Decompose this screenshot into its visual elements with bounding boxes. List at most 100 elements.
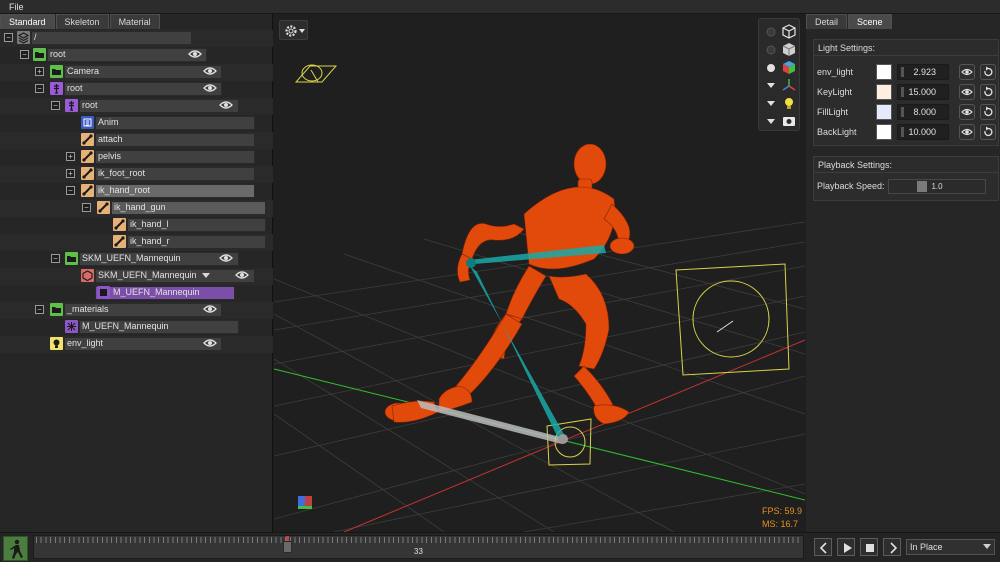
tab-material[interactable]: Material bbox=[109, 14, 160, 29]
tree-item[interactable]: − root bbox=[0, 81, 273, 97]
tree-item[interactable]: − _materials bbox=[0, 302, 273, 318]
eye-icon bbox=[961, 128, 973, 136]
menu-file[interactable]: File bbox=[9, 2, 24, 12]
tree-item[interactable]: + pelvis bbox=[0, 149, 273, 165]
light-intensity-field[interactable]: 2.923 bbox=[897, 64, 949, 80]
expand-toggle-icon[interactable]: − bbox=[66, 186, 75, 195]
tree-item[interactable]: M_UEFN_Mannequin bbox=[0, 319, 273, 335]
tree-item-bar[interactable] bbox=[64, 82, 222, 96]
light-intensity-value: 8.000 bbox=[913, 107, 936, 117]
tree-item-bar[interactable] bbox=[31, 31, 192, 45]
tree-item[interactable]: ik_hand_r bbox=[0, 234, 273, 250]
light-intensity-field[interactable]: 8.000 bbox=[897, 104, 949, 120]
visibility-eye-icon[interactable] bbox=[203, 83, 217, 93]
light-intensity-value: 10.000 bbox=[908, 127, 936, 137]
reset-icon bbox=[984, 86, 993, 97]
visibility-eye-icon[interactable] bbox=[203, 304, 217, 314]
chevron-down-icon[interactable] bbox=[202, 273, 210, 279]
view-mode-shaded[interactable] bbox=[759, 41, 801, 59]
frame-time-readout: MS: 16.7 bbox=[762, 519, 799, 529]
expand-toggle-icon[interactable]: − bbox=[35, 305, 44, 314]
tree-item[interactable]: − ik_hand_root bbox=[0, 183, 273, 199]
light-color-swatch[interactable] bbox=[876, 104, 892, 120]
expand-toggle-icon[interactable]: − bbox=[4, 33, 13, 42]
stop-button[interactable] bbox=[860, 538, 878, 556]
toggle-cameras[interactable] bbox=[759, 113, 801, 131]
tree-item[interactable]: ik_hand_l bbox=[0, 217, 273, 233]
light-visibility-button[interactable] bbox=[959, 104, 975, 120]
light-reset-button[interactable] bbox=[980, 104, 996, 120]
playback-speed-slider[interactable]: 1.0 bbox=[888, 179, 986, 194]
tree-item[interactable]: − ik_hand_gun bbox=[0, 200, 273, 216]
toggle-axes[interactable] bbox=[759, 77, 801, 95]
light-name: FillLight bbox=[817, 107, 849, 117]
toggle-lights[interactable] bbox=[759, 95, 801, 113]
expand-toggle-icon[interactable]: − bbox=[51, 254, 60, 263]
lightbulb-icon bbox=[767, 98, 793, 109]
view-mode-material[interactable] bbox=[759, 59, 801, 77]
next-frame-button[interactable] bbox=[883, 538, 901, 556]
tree-item-bar[interactable] bbox=[79, 99, 239, 113]
visibility-eye-icon[interactable] bbox=[219, 253, 233, 263]
light-reset-button[interactable] bbox=[980, 64, 996, 80]
tree-item[interactable]: + Camera bbox=[0, 64, 273, 80]
stop-icon bbox=[866, 544, 874, 552]
light-reset-button[interactable] bbox=[980, 124, 996, 140]
light-color-swatch[interactable] bbox=[876, 64, 892, 80]
light-visibility-button[interactable] bbox=[959, 64, 975, 80]
visibility-eye-icon[interactable] bbox=[235, 270, 249, 280]
tab-skeleton[interactable]: Skeleton bbox=[55, 14, 109, 29]
timeline-scrubber[interactable]: 33 bbox=[33, 535, 804, 559]
visibility-eye-icon[interactable] bbox=[219, 100, 233, 110]
tree-item[interactable]: − SKM_UEFN_Mannequin bbox=[0, 251, 273, 267]
tree-item-bar[interactable] bbox=[47, 48, 207, 62]
tree-item[interactable]: M_UEFN_Mannequin bbox=[0, 285, 273, 301]
expand-toggle-icon[interactable]: + bbox=[35, 67, 44, 76]
expand-toggle-icon[interactable]: − bbox=[82, 203, 91, 212]
light-visibility-button[interactable] bbox=[959, 124, 975, 140]
visibility-eye-icon[interactable] bbox=[203, 338, 217, 348]
bone-icon bbox=[113, 218, 126, 231]
3d-viewport[interactable]: FPS: 59.9 MS: 16.7 bbox=[274, 14, 805, 532]
expand-toggle-icon[interactable]: + bbox=[66, 169, 75, 178]
tree-item-label: root bbox=[50, 49, 66, 59]
play-button[interactable] bbox=[837, 538, 855, 556]
expand-toggle-icon[interactable]: − bbox=[20, 50, 29, 59]
tree-item[interactable]: − root bbox=[0, 47, 273, 63]
light-row: env_light 2.923 bbox=[814, 63, 1000, 83]
expand-toggle-icon[interactable]: − bbox=[51, 101, 60, 110]
light-color-swatch[interactable] bbox=[876, 124, 892, 140]
visibility-eye-icon[interactable] bbox=[188, 49, 202, 59]
playback-speed-label: Playback Speed: bbox=[817, 181, 885, 191]
walk-mode-button[interactable] bbox=[3, 536, 28, 561]
expand-toggle-icon[interactable]: + bbox=[66, 152, 75, 161]
tree-item[interactable]: SKM_UEFN_Mannequin bbox=[0, 268, 273, 284]
tree-item[interactable]: Anim bbox=[0, 115, 273, 131]
light-color-swatch[interactable] bbox=[876, 84, 892, 100]
light-intensity-field[interactable]: 10.000 bbox=[897, 124, 949, 140]
viewport-settings-button[interactable] bbox=[279, 20, 308, 40]
tree-item[interactable]: − / bbox=[0, 30, 273, 46]
root-motion-mode-select[interactable]: In Place bbox=[906, 539, 995, 555]
view-mode-solid[interactable] bbox=[759, 23, 801, 41]
previous-frame-button[interactable] bbox=[814, 538, 832, 556]
slider-thumb[interactable] bbox=[917, 181, 927, 192]
light-visibility-button[interactable] bbox=[959, 84, 975, 100]
expand-toggle-icon[interactable]: − bbox=[35, 84, 44, 93]
light-gizmo-small bbox=[294, 64, 338, 83]
visibility-eye-icon[interactable] bbox=[203, 66, 217, 76]
light-intensity-field[interactable]: 15.000 bbox=[897, 84, 949, 100]
tab-standard[interactable]: Standard bbox=[0, 14, 55, 29]
tree-item-bar[interactable] bbox=[95, 116, 255, 130]
tree-item[interactable]: env_light bbox=[0, 336, 273, 352]
tab-detail[interactable]: Detail bbox=[806, 14, 848, 29]
tree-item[interactable]: attach bbox=[0, 132, 273, 148]
playhead-handle[interactable] bbox=[283, 541, 292, 553]
chevron-right-icon bbox=[890, 542, 898, 554]
tree-item[interactable]: − root bbox=[0, 98, 273, 114]
tree-item[interactable]: + ik_foot_root bbox=[0, 166, 273, 182]
play-icon bbox=[844, 543, 852, 553]
tree-item-label: / bbox=[34, 32, 37, 42]
light-reset-button[interactable] bbox=[980, 84, 996, 100]
tab-scene[interactable]: Scene bbox=[848, 14, 892, 29]
